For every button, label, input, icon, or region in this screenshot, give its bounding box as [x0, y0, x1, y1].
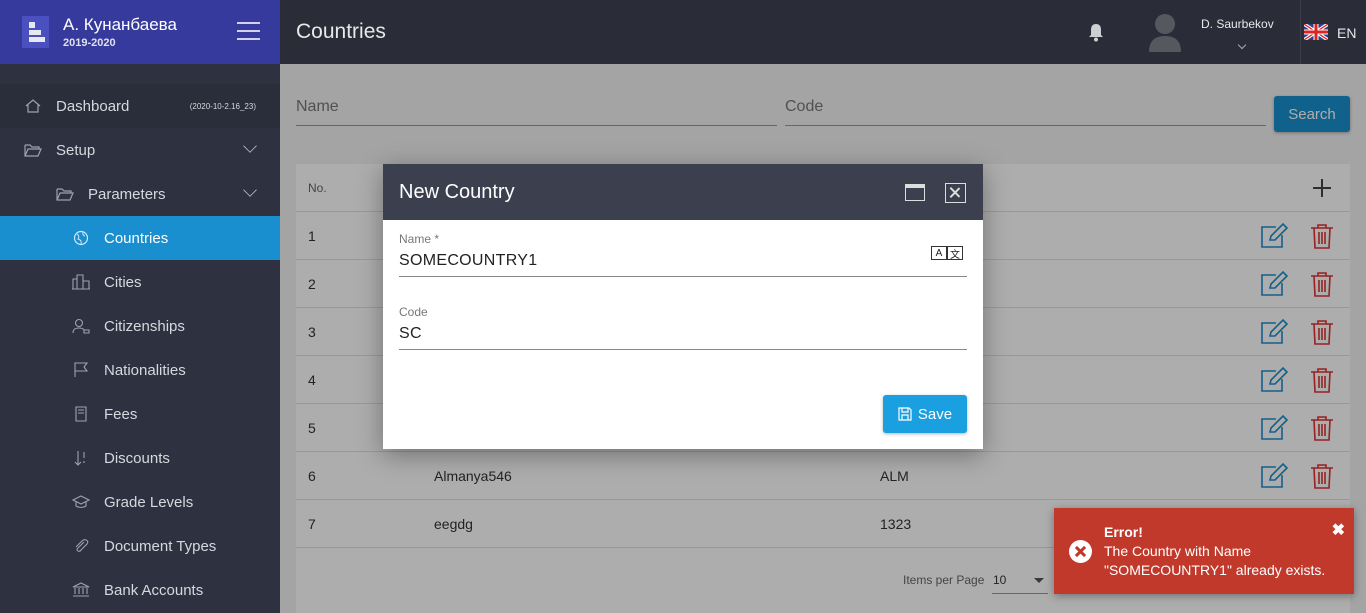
brand-header: А. Кунанбаева 2019-2020	[0, 0, 280, 64]
sidebar-item-bank-accounts[interactable]: Bank Accounts	[0, 568, 280, 612]
receipt-icon	[72, 405, 90, 423]
maximize-icon[interactable]	[905, 184, 925, 201]
save-button[interactable]: Save	[883, 395, 967, 433]
sidebar-item-document-types[interactable]: Document Types	[0, 524, 280, 568]
sidebar-item-label: Fees	[104, 405, 138, 423]
toast-message: The Country with Name "SOMECOUNTRY1" alr…	[1104, 543, 1326, 578]
sidebar-item-label: Discounts	[104, 449, 170, 467]
toast-close-icon[interactable]: ✖	[1332, 520, 1345, 540]
sidebar-item-cities[interactable]: Cities	[0, 260, 280, 304]
paperclip-icon	[72, 537, 90, 555]
graduation-cap-icon	[72, 493, 90, 511]
divider	[1300, 0, 1301, 64]
sidebar-item-label: Setup	[56, 141, 96, 159]
name-field-value[interactable]: SOMECOUNTRY1	[399, 252, 967, 276]
version-badge: (2020-10-2.16_23)	[189, 101, 256, 111]
sidebar-item-parameters[interactable]: Parameters	[0, 172, 280, 216]
logo-icon	[22, 16, 49, 48]
folder-open-icon	[56, 185, 74, 203]
avatar[interactable]	[1147, 12, 1183, 52]
chevron-down-icon	[243, 183, 257, 197]
brand-year: 2019-2020	[63, 37, 116, 49]
page-title: Countries	[296, 20, 386, 43]
toast-title: Error!	[1104, 524, 1143, 540]
sidebar-item-label: Countries	[104, 229, 169, 247]
city-icon	[72, 273, 90, 291]
sidebar-item-dashboard[interactable]: Dashboard (2020-10-2.16_23)	[0, 84, 280, 128]
bell-icon[interactable]	[1087, 22, 1105, 42]
chevron-down-icon[interactable]	[1237, 40, 1247, 50]
error-icon	[1069, 540, 1092, 563]
save-button-label: Save	[917, 405, 953, 423]
sidebar: А. Кунанбаева 2019-2020 Dashboard (2020-…	[0, 0, 280, 613]
error-toast: Error! The Country with Name "SOMECOUNTR…	[1054, 508, 1354, 594]
code-field[interactable]: Code SC	[399, 305, 967, 350]
sidebar-item-discounts[interactable]: Discounts	[0, 436, 280, 480]
sidebar-item-label: Nationalities	[104, 361, 186, 379]
flag-icon	[72, 361, 90, 379]
sidebar-item-citizenships[interactable]: Citizenships	[0, 304, 280, 348]
code-field-value[interactable]: SC	[399, 325, 967, 349]
save-icon	[898, 407, 912, 421]
sidebar-item-label: Grade Levels	[104, 493, 194, 511]
language-selector[interactable]: EN	[1337, 25, 1356, 41]
sidebar-item-label: Citizenships	[104, 317, 185, 335]
hamburger-menu-icon[interactable]	[237, 22, 260, 40]
sidebar-item-grade-levels[interactable]: Grade Levels	[0, 480, 280, 524]
sidebar-item-label: Bank Accounts	[104, 581, 204, 599]
top-bar: Countries D. Saurbekov EN	[280, 0, 1366, 64]
sidebar-item-label: Document Types	[104, 537, 217, 555]
name-field[interactable]: Name * SOMECOUNTRY1 A 文	[399, 232, 967, 277]
user-badge-icon	[72, 317, 90, 335]
close-icon[interactable]	[945, 183, 966, 203]
sidebar-item-label: Cities	[104, 273, 142, 291]
sort-icon	[72, 449, 90, 467]
sidebar-item-label: Parameters	[88, 185, 166, 203]
code-field-label: Code	[399, 305, 428, 319]
folder-open-icon	[24, 141, 42, 159]
sidebar-item-nationalities[interactable]: Nationalities	[0, 348, 280, 392]
sidebar-item-setup[interactable]: Setup	[0, 128, 280, 172]
dialog-header: New Country	[383, 164, 983, 220]
sidebar-item-label: Dashboard	[56, 97, 130, 115]
sidebar-item-countries[interactable]: Countries	[0, 216, 280, 260]
uk-flag-icon[interactable]	[1303, 22, 1329, 42]
name-field-label: Name *	[399, 232, 440, 246]
chevron-down-icon	[243, 139, 257, 153]
new-country-dialog: New Country Name * SOMECOUNTRY1 A 文 Code…	[383, 164, 983, 449]
translate-icon-cjk: 文	[947, 246, 963, 261]
translate-icon[interactable]: A 文	[931, 246, 963, 262]
user-name[interactable]: D. Saurbekov	[1201, 17, 1274, 31]
bank-icon	[72, 581, 90, 599]
dialog-title: New Country	[399, 181, 515, 203]
translate-icon-latin: A	[931, 246, 947, 260]
sidebar-item-fees[interactable]: Fees	[0, 392, 280, 436]
home-icon	[24, 97, 42, 115]
globe-icon	[72, 229, 90, 247]
brand-name: А. Кунанбаева	[63, 15, 177, 34]
